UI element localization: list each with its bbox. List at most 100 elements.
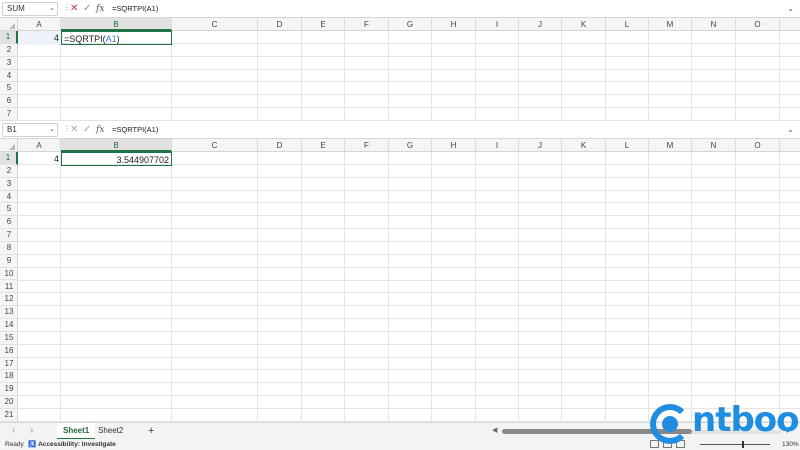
enter-icon[interactable]: ✓ (83, 1, 91, 17)
column-header-k[interactable]: K (562, 18, 606, 31)
row-header-6[interactable]: 6 (0, 95, 18, 109)
row-header-21[interactable]: 21 (0, 409, 18, 422)
cancel-icon[interactable]: ✕ (70, 122, 78, 138)
row-header-4[interactable]: 4 (0, 70, 18, 83)
column-header-l[interactable]: L (606, 139, 649, 152)
column-header-k[interactable]: K (562, 139, 606, 152)
row-header-4[interactable]: 4 (0, 191, 18, 204)
cancel-icon[interactable]: ✕ (70, 1, 78, 17)
row-header-3[interactable]: 3 (0, 57, 18, 70)
grid-line (431, 31, 432, 122)
column-header-f[interactable]: F (345, 18, 389, 31)
column-header-j[interactable]: J (519, 18, 562, 31)
column-header-f[interactable]: F (345, 139, 389, 152)
column-header-m[interactable]: M (649, 18, 692, 31)
chevron-down-icon[interactable]: ⌄ (49, 3, 55, 15)
insert-function-icon[interactable]: fx (96, 122, 104, 138)
tab-sheet1[interactable]: Sheet1 (57, 423, 96, 440)
column-header-e[interactable]: E (302, 139, 345, 152)
row-header-17[interactable]: 17 (0, 358, 18, 371)
row-header-6[interactable]: 6 (0, 216, 18, 230)
column-header-e[interactable]: E (302, 18, 345, 31)
cell-a1[interactable]: 4 (18, 152, 61, 166)
row-header-13[interactable]: 13 (0, 306, 18, 320)
row-header-8[interactable]: 8 (0, 242, 18, 255)
row-header-bar: 1 2 3 4 5 6 7 8 9 10 11 12 13 14 15 16 17 18 19 20 21 (0, 152, 18, 422)
next-sheet-icon[interactable]: › (30, 423, 33, 439)
row-header-1[interactable]: 1 (0, 152, 18, 165)
row-header-16[interactable]: 16 (0, 345, 18, 358)
drag-handle-icon[interactable]: ⋮ (63, 124, 71, 133)
row-header-7[interactable]: 7 (0, 229, 18, 242)
row-header-18[interactable]: 18 (0, 370, 18, 384)
formula-reference: A1 (105, 34, 117, 44)
column-header-b[interactable]: B (61, 139, 172, 152)
scroll-left-icon[interactable]: ◀ (492, 426, 497, 434)
chevron-down-icon[interactable]: ⌄ (49, 124, 55, 136)
row-header-5[interactable]: 5 (0, 203, 18, 217)
top-cell-area[interactable]: 4 =SQRTPI(A1) (18, 31, 800, 122)
grid-line (18, 107, 800, 109)
row-header-9[interactable]: 9 (0, 255, 18, 268)
row-header-10[interactable]: 10 (0, 268, 18, 281)
column-header-j[interactable]: J (519, 139, 562, 152)
column-header-i[interactable]: I (476, 18, 519, 31)
column-header-n[interactable]: N (692, 18, 736, 31)
grid-line (18, 81, 800, 83)
row-header-1[interactable]: 1 (0, 31, 18, 44)
column-header-h[interactable]: H (432, 18, 476, 31)
row-header-3[interactable]: 3 (0, 178, 18, 191)
prev-sheet-icon[interactable]: ‹ (12, 423, 15, 439)
enter-icon[interactable]: ✓ (83, 122, 91, 138)
logo-text: ntbook (692, 400, 800, 440)
accessibility-icon: ♿ (28, 441, 37, 448)
status-ready: Ready (5, 441, 24, 448)
grid-line (301, 31, 302, 122)
column-header-a[interactable]: A (18, 18, 61, 31)
row-header-20[interactable]: 20 (0, 396, 18, 409)
grid-line (18, 240, 800, 242)
column-header-d[interactable]: D (258, 139, 302, 152)
column-header-g[interactable]: G (389, 18, 432, 31)
expand-formula-bar-icon[interactable]: ⌄ (787, 122, 794, 138)
bottom-formula-input[interactable]: =SQRTPI(A1) (112, 122, 158, 138)
accessibility-status[interactable]: ♿ Accessibility: Investigate (28, 439, 116, 450)
column-header-c[interactable]: C (172, 18, 258, 31)
column-header-m[interactable]: M (649, 139, 692, 152)
column-header-c[interactable]: C (172, 139, 258, 152)
expand-formula-bar-icon[interactable]: ⌄ (787, 1, 794, 17)
row-header-7[interactable]: 7 (0, 108, 18, 121)
column-header-o[interactable]: O (736, 139, 780, 152)
row-header-5[interactable]: 5 (0, 82, 18, 96)
insert-function-icon[interactable]: fx (96, 1, 104, 17)
column-header-a[interactable]: A (18, 139, 61, 152)
column-header-n[interactable]: N (692, 139, 736, 152)
column-header-d[interactable]: D (258, 18, 302, 31)
row-header-2[interactable]: 2 (0, 165, 18, 178)
cell-b1-editing[interactable]: =SQRTPI(A1) (61, 31, 172, 45)
grid-line (18, 382, 800, 384)
column-header-b[interactable]: B (61, 18, 172, 31)
add-sheet-button[interactable]: + (148, 423, 154, 439)
select-all-corner[interactable] (0, 18, 18, 31)
tab-sheet2[interactable]: Sheet2 (92, 423, 129, 440)
column-header-l[interactable]: L (606, 18, 649, 31)
row-header-2[interactable]: 2 (0, 44, 18, 57)
select-all-corner[interactable] (0, 139, 18, 152)
row-header-15[interactable]: 15 (0, 332, 18, 345)
top-name-box[interactable]: SUM ⌄ (2, 2, 58, 16)
column-header-i[interactable]: I (476, 139, 519, 152)
cell-b1[interactable]: 3.544907702 (61, 152, 172, 166)
column-header-h[interactable]: H (432, 139, 476, 152)
row-header-14[interactable]: 14 (0, 319, 18, 332)
drag-handle-icon[interactable]: ⋮ (63, 3, 71, 12)
cell-a1[interactable]: 4 (18, 31, 61, 45)
bottom-name-box[interactable]: B1 ⌄ (2, 123, 58, 137)
column-header-g[interactable]: G (389, 139, 432, 152)
row-header-19[interactable]: 19 (0, 383, 18, 397)
column-header-o[interactable]: O (736, 18, 780, 31)
bottom-cell-area[interactable]: 4 3.544907702 (18, 152, 800, 422)
row-header-11[interactable]: 11 (0, 281, 18, 294)
top-formula-input[interactable]: =SQRTPI(A1) (112, 1, 158, 17)
row-header-12[interactable]: 12 (0, 293, 18, 307)
